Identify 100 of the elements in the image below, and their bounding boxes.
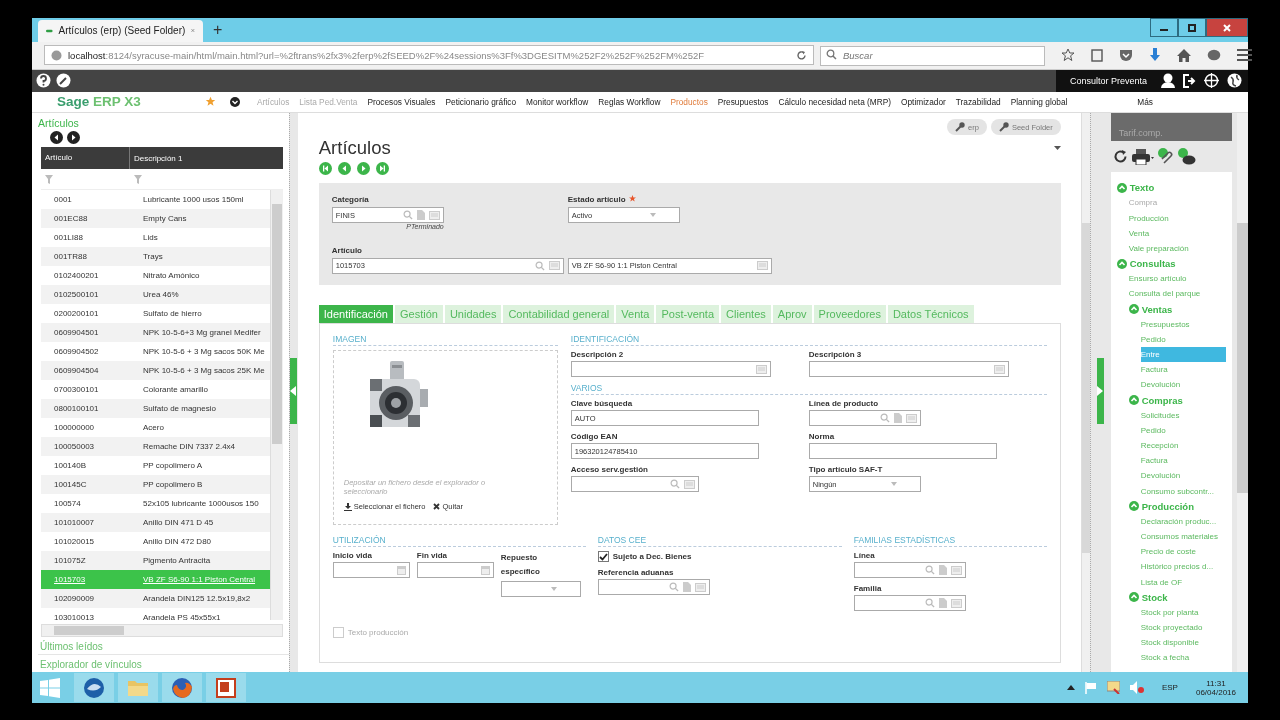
search-icon[interactable]: [668, 582, 679, 593]
caret-up-icon[interactable]: [1066, 685, 1075, 691]
tree-item[interactable]: Recepción: [1116, 437, 1226, 454]
help-icon[interactable]: [36, 73, 51, 88]
table-row[interactable]: 0609904501 NPK 10-5-6+3 Mg granel Medifer: [41, 323, 270, 343]
reload-icon[interactable]: [796, 49, 807, 61]
tree-item[interactable]: Venta: [1116, 225, 1226, 241]
star-icon[interactable]: [1061, 48, 1075, 63]
clipboard-icon[interactable]: [1091, 48, 1103, 63]
tree-group[interactable]: Consultas: [1129, 258, 1176, 270]
collapse-icon[interactable]: [1116, 182, 1127, 193]
pocket-icon[interactable]: [1119, 48, 1133, 62]
clock[interactable]: 11:31 06/04/2016: [1195, 678, 1236, 697]
comment-icon[interactable]: [1177, 148, 1196, 166]
tab[interactable]: Identificación: [318, 305, 393, 324]
nav-item[interactable]: Procesos Visuales: [362, 96, 441, 107]
collapse-icon[interactable]: [1128, 592, 1139, 603]
panel-title[interactable]: Artículos: [38, 117, 289, 130]
tree-group[interactable]: Stock: [1141, 591, 1168, 603]
refresh-icon[interactable]: [1112, 149, 1128, 165]
star-icon[interactable]: [205, 96, 216, 108]
menu-icon[interactable]: [1237, 49, 1252, 62]
next-record-icon[interactable]: [356, 162, 370, 176]
language-indicator[interactable]: ESP: [1161, 683, 1178, 693]
last-record-icon[interactable]: [375, 162, 389, 176]
new-tab-button[interactable]: +: [213, 20, 223, 39]
tools-icon[interactable]: [56, 73, 71, 88]
tree-item[interactable]: Consumo subcontr...: [1116, 483, 1226, 499]
tree-group[interactable]: Compras: [1141, 394, 1183, 406]
calendar-icon[interactable]: [480, 565, 490, 575]
tab[interactable]: Aprov: [772, 305, 812, 324]
target-icon[interactable]: [1204, 73, 1219, 88]
taskbar-app[interactable]: [74, 673, 114, 703]
caption-text[interactable]: Tarif.comp.: [1118, 128, 1163, 139]
collapse-icon[interactable]: [1128, 395, 1139, 406]
chevron-down-icon[interactable]: [230, 96, 240, 107]
tab[interactable]: Post-venta: [656, 305, 720, 324]
input-field[interactable]: [853, 562, 966, 579]
taskbar-app[interactable]: [162, 673, 202, 703]
table-row[interactable]: 101010007 Anillo DIN 471 D 45: [41, 513, 270, 533]
nav-item[interactable]: Optimizador: [896, 96, 951, 107]
table-row[interactable]: 0609904504 NPK 10-5-6 + 3 Mg sacos 25K Me: [41, 361, 270, 381]
document-icon[interactable]: [893, 413, 902, 424]
chat-icon[interactable]: [1207, 48, 1221, 62]
caret-icon[interactable]: [1053, 146, 1061, 151]
tree-item[interactable]: Ensurso artículo: [1116, 271, 1226, 287]
list-icon[interactable]: [950, 565, 962, 575]
column-header[interactable]: Descripción 1: [130, 153, 283, 163]
input-field[interactable]: [808, 361, 1009, 378]
tree-item[interactable]: Entre: [1140, 346, 1226, 363]
nav-item[interactable]: Reglas Workflow: [593, 96, 666, 107]
nav-item[interactable]: Cálculo necesidad neta (MRP): [773, 96, 897, 107]
document-icon[interactable]: [682, 582, 691, 593]
table-row[interactable]: 100145C PP copolimero B: [41, 475, 270, 495]
tree-item[interactable]: Histórico precios d...: [1116, 559, 1226, 575]
printer-icon[interactable]: [1131, 148, 1154, 165]
search-icon[interactable]: [879, 413, 890, 424]
filter-icon[interactable]: [45, 174, 53, 184]
search-icon[interactable]: [402, 210, 413, 221]
input-field[interactable]: [808, 410, 921, 427]
collapse-icon[interactable]: [1128, 501, 1139, 512]
tree-item[interactable]: Stock disponible: [1116, 635, 1226, 651]
document-icon[interactable]: [416, 210, 425, 221]
tree-item[interactable]: Vale preparación: [1116, 240, 1226, 257]
tree-item[interactable]: Factura: [1116, 362, 1226, 378]
collapse-icon[interactable]: [1128, 304, 1139, 314]
tree-item[interactable]: Precio de coste: [1116, 544, 1226, 560]
tab[interactable]: Unidades: [444, 305, 502, 324]
nav-item[interactable]: Presupuestos: [712, 96, 774, 107]
restore-button[interactable]: [1178, 18, 1206, 37]
tree-group[interactable]: Texto: [1129, 182, 1155, 194]
globe-icon[interactable]: [1227, 73, 1242, 88]
calendar-icon[interactable]: [396, 565, 406, 575]
nav-item[interactable]: Planning global: [1005, 96, 1073, 107]
attachment-icon[interactable]: [1157, 148, 1174, 166]
tree-item[interactable]: Stock proyectado: [1116, 619, 1226, 636]
nav-item[interactable]: Lista Ped.Venta: [294, 96, 363, 107]
column-header[interactable]: Artículo: [41, 147, 130, 170]
input-field[interactable]: [597, 579, 710, 596]
list-icon[interactable]: [756, 261, 768, 271]
filter-icon[interactable]: [134, 174, 142, 184]
tab[interactable]: Datos Técnicos: [887, 305, 974, 324]
scrollbar[interactable]: [270, 190, 283, 621]
search-icon[interactable]: [924, 598, 935, 609]
list-icon[interactable]: [548, 261, 560, 271]
nav-item[interactable]: Artículos: [252, 96, 295, 107]
scrollbar[interactable]: [41, 624, 283, 638]
speaker-muted-icon[interactable]: [1129, 681, 1144, 695]
expand-handle[interactable]: [1096, 358, 1104, 425]
nav-item[interactable]: Trazabilidad: [950, 96, 1006, 107]
taskbar-app[interactable]: [206, 673, 246, 703]
tree-item[interactable]: Pedido: [1116, 331, 1226, 347]
tree-group[interactable]: Producción: [1141, 500, 1194, 512]
table-row[interactable]: 0102500101 Urea 46%: [41, 285, 270, 305]
download-icon[interactable]: [1149, 48, 1161, 63]
user-name[interactable]: Consultor Preventa: [1069, 75, 1147, 86]
scrollbar[interactable]: [1237, 113, 1248, 673]
tree-item[interactable]: Lista de OF: [1116, 574, 1226, 590]
tab[interactable]: Contabilidad general: [503, 305, 615, 324]
table-row[interactable]: 0800100101 Sulfato de magnesio: [41, 399, 270, 419]
